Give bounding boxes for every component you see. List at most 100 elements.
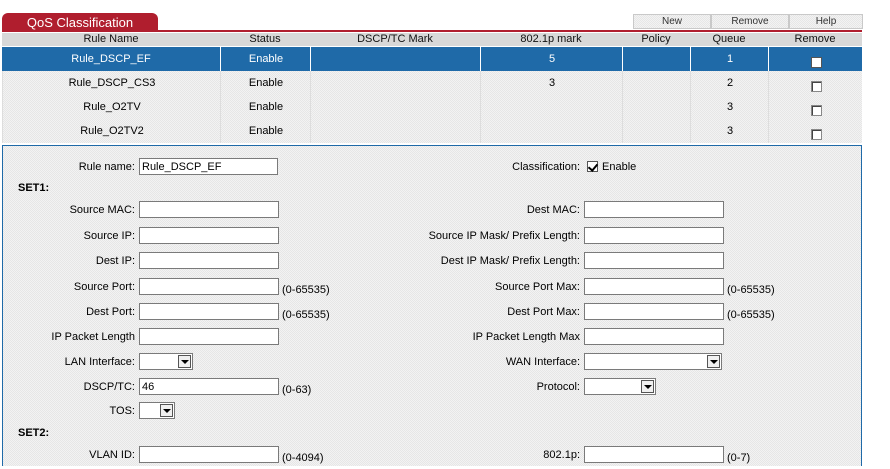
dest-port-label: Dest Port: (86, 306, 135, 318)
col-policy: Policy (641, 33, 671, 45)
dest-ip-mask-input[interactable] (584, 252, 724, 269)
dest-ip-row: Dest IP: Dest IP Mask/ Prefix Length: (3, 250, 859, 272)
title-underline (2, 30, 862, 32)
set1-header: SET1: (18, 182, 50, 194)
dscp-cell (310, 47, 481, 71)
source-mac-row: Source MAC: Dest MAC: (3, 199, 859, 221)
set2-header: SET2: (18, 427, 50, 439)
dest-ip-mask-label: Dest IP Mask/ Prefix Length: (440, 255, 580, 267)
remove-cell (768, 95, 863, 119)
classification-enable-label: Enable (602, 161, 637, 173)
rule-name-row: Rule name: Classification: Enable (3, 156, 859, 178)
col-queue: Queue (712, 33, 746, 45)
table-row[interactable]: Rule_DSCP_EF Enable 5 1 (2, 47, 862, 71)
p8021-cell: 5 (480, 47, 623, 71)
source-ip-input[interactable] (139, 227, 279, 244)
dscp-tc-range: (0-63) (282, 384, 312, 396)
chevron-down-icon (160, 404, 173, 417)
source-port-range: (0-65535) (282, 284, 330, 296)
vlan-id-range: (0-4094) (282, 452, 324, 464)
wan-interface-select[interactable] (584, 353, 722, 370)
dest-ip-input[interactable] (139, 252, 279, 269)
source-port-max-input[interactable] (584, 278, 724, 295)
dscp-cell (310, 95, 481, 119)
source-ip-label: Source IP: (83, 230, 135, 242)
dest-port-input[interactable] (139, 303, 279, 320)
ip-packet-length-max-label: IP Packet Length Max (472, 331, 580, 343)
queue-cell: 3 (690, 95, 769, 119)
remove-checkbox[interactable] (810, 128, 822, 140)
rule-name-cell: Rule_DSCP_EF (71, 53, 151, 65)
source-port-max-label: Source Port Max: (495, 281, 580, 293)
source-port-label: Source Port: (73, 281, 135, 293)
queue-cell: 3 (690, 119, 769, 143)
new-button[interactable]: New (633, 14, 711, 29)
remove-button[interactable]: Remove (711, 14, 789, 29)
col-8021p-mark: 802.1p mark (520, 33, 582, 45)
rule-name-input[interactable] (139, 158, 278, 175)
p8021-input[interactable] (584, 446, 724, 463)
p8021-cell (480, 119, 623, 143)
dest-port-max-range: (0-65535) (727, 309, 775, 321)
rule-name-cell: Rule_O2TV2 (2, 119, 221, 143)
help-button[interactable]: Help (789, 14, 863, 29)
dest-port-range: (0-65535) (282, 309, 330, 321)
remove-checkbox[interactable] (810, 104, 822, 116)
policy-cell (622, 47, 691, 71)
source-mac-input[interactable] (139, 201, 279, 218)
lan-interface-select[interactable] (139, 353, 193, 370)
queue-cell: 2 (690, 71, 769, 95)
dest-ip-label: Dest IP: (95, 255, 135, 267)
dscp-tc-label: DSCP/TC: (83, 381, 135, 393)
source-port-max-range: (0-65535) (727, 284, 775, 296)
tos-label: TOS: (109, 405, 135, 417)
status-cell: Enable (220, 119, 311, 143)
rule-name-label: Rule name: (78, 161, 135, 173)
status-cell: Enable (220, 71, 311, 95)
dest-mac-input[interactable] (584, 201, 724, 218)
dscp-row: DSCP/TC: (0-63) Protocol: (3, 376, 859, 398)
table-row[interactable]: Rule_O2TV Enable 3 (2, 95, 862, 119)
ip-packet-length-row: IP Packet Length IP Packet Length Max (3, 326, 859, 348)
dest-port-row: Dest Port: (0-65535) Dest Port Max: (0-6… (3, 301, 859, 323)
protocol-label: Protocol: (536, 381, 580, 393)
status-cell: Enable (220, 47, 311, 71)
lan-interface-label: LAN Interface: (64, 356, 135, 368)
rules-table-header: Rule Name Status DSCP/TC Mark 802.1p mar… (2, 33, 862, 46)
source-ip-mask-label: Source IP Mask/ Prefix Length: (428, 230, 580, 242)
source-ip-row: Source IP: Source IP Mask/ Prefix Length… (3, 225, 859, 247)
protocol-select[interactable] (584, 378, 656, 395)
vlan-id-input[interactable] (139, 446, 279, 463)
dscp-cell (310, 71, 481, 95)
table-row[interactable]: Rule_DSCP_CS3 Enable 3 2 (2, 71, 862, 95)
remove-checkbox[interactable] (810, 80, 822, 92)
col-rule-name: Rule Name (83, 33, 139, 45)
table-row[interactable]: Rule_O2TV2 Enable 3 (2, 119, 862, 143)
p8021-cell (480, 95, 623, 119)
wan-interface-label: WAN Interface: (505, 356, 580, 368)
dest-mac-label: Dest MAC: (526, 204, 580, 216)
source-mac-label: Source MAC: (69, 204, 135, 216)
p8021-range: (0-7) (727, 452, 751, 464)
chevron-down-icon (178, 355, 191, 368)
remove-cell (768, 71, 863, 95)
tos-row: TOS: (3, 400, 859, 422)
dest-port-max-input[interactable] (584, 303, 724, 320)
ip-packet-length-max-input[interactable] (584, 328, 724, 345)
chevron-down-icon (707, 355, 720, 368)
ip-packet-length-input[interactable] (139, 328, 279, 345)
status-cell: Enable (220, 95, 311, 119)
queue-cell: 1 (690, 47, 769, 71)
col-dscp-mark: DSCP/TC Mark (357, 33, 433, 45)
dest-port-max-label: Dest Port Max: (507, 306, 580, 318)
chevron-down-icon (641, 380, 654, 393)
source-port-input[interactable] (139, 278, 279, 295)
policy-cell (622, 71, 691, 95)
dscp-tc-input[interactable] (139, 378, 279, 395)
classification-enable-checkbox[interactable] (587, 161, 598, 172)
col-remove: Remove (794, 33, 836, 45)
rule-name-cell: Rule_DSCP_CS3 (2, 71, 221, 95)
tos-select[interactable] (139, 402, 175, 419)
source-ip-mask-input[interactable] (584, 227, 724, 244)
remove-checkbox[interactable] (810, 56, 822, 68)
